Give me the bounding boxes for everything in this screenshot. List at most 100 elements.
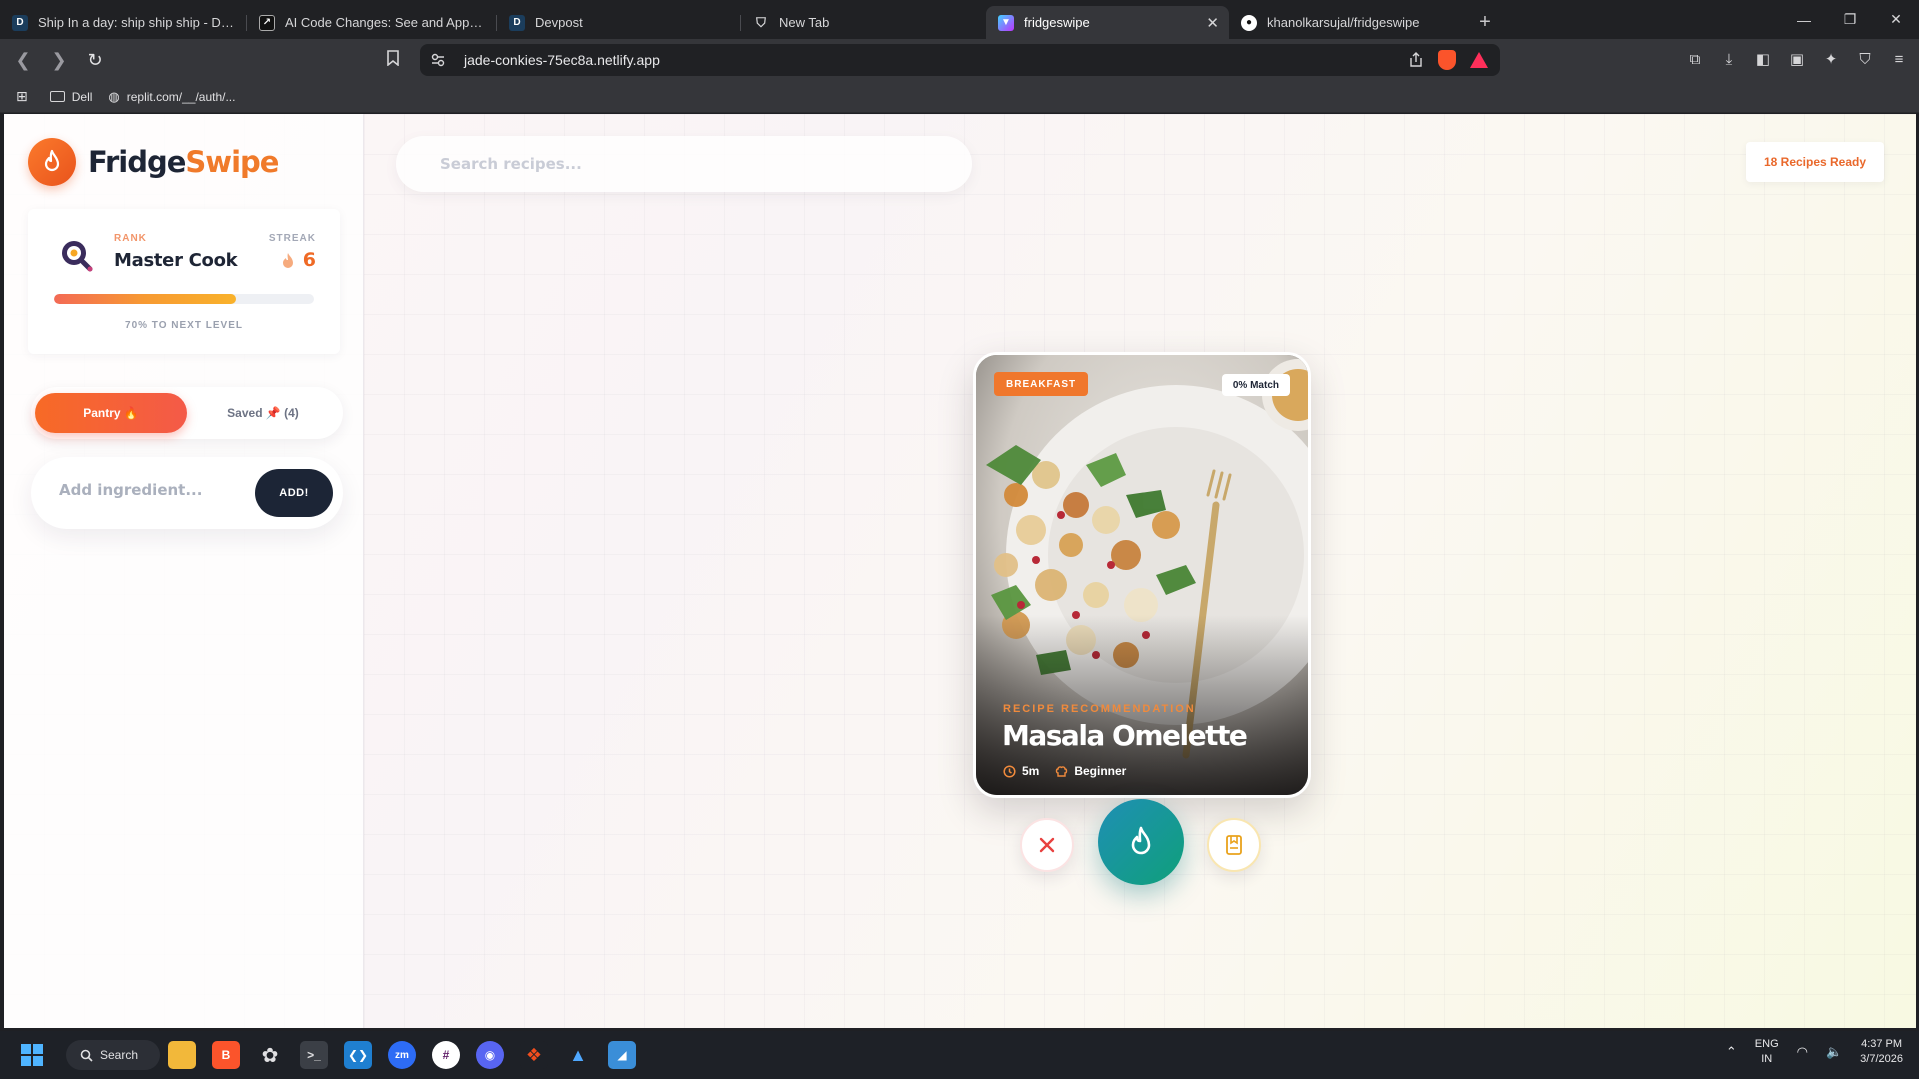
browser-tab[interactable]: ⛉ New Tab <box>741 6 986 39</box>
system-tray: ⌃ ENG IN ◠ 🔈 4:37 PM 3/7/2026 <box>1726 1037 1903 1067</box>
flame-icon <box>282 252 293 268</box>
brand-name: FridgeSwipe <box>88 145 279 179</box>
terminal-icon[interactable]: >_ <box>300 1041 328 1069</box>
browser-tab[interactable]: ● khanolkarsujal/fridgeswipe <box>1229 6 1469 39</box>
folder-icon <box>49 91 65 102</box>
tab-title: Ship In a day: ship ship ship - Devpost <box>38 15 235 30</box>
shield-icon: ⛉ <box>756 14 766 30</box>
search-icon <box>80 1049 93 1062</box>
share-icon[interactable] <box>1408 52 1424 68</box>
vscode-icon[interactable]: ❮❯ <box>344 1041 372 1069</box>
save-recipe-button[interactable] <box>1207 818 1261 872</box>
menu-icon[interactable]: ≡ <box>1889 47 1909 71</box>
close-tab-icon[interactable]: ✕ <box>1206 14 1219 32</box>
devpost-icon: D <box>12 14 28 31</box>
brand[interactable]: FridgeSwipe <box>28 138 279 186</box>
tab-title: New Tab <box>779 15 830 30</box>
wallet-icon[interactable]: ▣ <box>1787 47 1807 71</box>
tab-title: Devpost <box>535 15 583 30</box>
brave-browser-icon[interactable]: B <box>212 1041 240 1069</box>
leo-ai-icon[interactable]: ✦ <box>1821 47 1841 71</box>
forward-icon[interactable]: ❯ <box>44 45 74 75</box>
globe-icon: ◍ <box>108 88 120 104</box>
devpost-icon: D <box>509 14 525 31</box>
browser-tab-active[interactable]: ▼ fridgeswipe ✕ <box>986 6 1229 39</box>
bookmark-dell[interactable]: Dell <box>49 90 92 104</box>
search-input[interactable] <box>440 155 920 173</box>
tab-title: AI Code Changes: See and Apply | Go <box>285 15 485 30</box>
site-settings-icon[interactable] <box>430 52 446 68</box>
url-text[interactable]: jade-conkies-75ec8a.netlify.app <box>464 52 660 68</box>
tab-pantry[interactable]: Pantry 🔥 <box>35 393 187 433</box>
ingredient-input[interactable] <box>59 481 229 499</box>
match-badge: 0% Match <box>1221 374 1290 396</box>
close-window-icon[interactable]: ✕ <box>1873 0 1919 39</box>
browser-tab[interactable]: D Devpost <box>497 6 741 39</box>
recipe-title: Masala Omelette <box>1002 719 1248 752</box>
recipe-card[interactable]: BREAKFAST 0% Match RECIPE RECOMMENDATION… <box>973 352 1311 798</box>
chatgpt-icon[interactable]: ✿ <box>256 1041 284 1069</box>
figma-icon[interactable]: ❖ <box>520 1041 548 1069</box>
page-viewport: FridgeSwipe RANK Master Cook STREAK 6 70… <box>4 114 1916 1028</box>
restore-icon[interactable]: ❐ <box>1827 0 1873 39</box>
bookmark-icon[interactable] <box>386 50 400 71</box>
bookmark-label: replit.com/__/auth/... <box>126 89 236 104</box>
vite-icon: ▼ <box>998 14 1014 31</box>
add-ingredient-box: ADD! <box>31 457 343 529</box>
app-icon[interactable]: ◢ <box>608 1041 636 1069</box>
slack-icon[interactable]: # <box>432 1041 460 1069</box>
volume-icon[interactable]: 🔈 <box>1826 1044 1842 1060</box>
chevron-up-icon[interactable]: ⌃ <box>1726 1044 1737 1060</box>
sidebar-tabs: Pantry 🔥 Saved 📌 (4) <box>31 387 343 439</box>
tab-strip: D Ship In a day: ship ship ship - Devpos… <box>0 0 1919 39</box>
windows-start-icon[interactable] <box>18 1041 46 1069</box>
github-icon: ● <box>1241 14 1257 31</box>
reload-icon[interactable]: ↻ <box>80 45 110 75</box>
bookmarks-bar: ⊞ Dell ◍ replit.com/__/auth/... <box>0 81 1919 113</box>
chef-hat-icon <box>1056 765 1068 777</box>
recommendation-label: RECIPE RECOMMENDATION <box>1003 703 1196 715</box>
flame-icon <box>1131 826 1151 855</box>
flame-logo-icon <box>28 138 76 186</box>
browser-tab[interactable]: D Ship In a day: ship ship ship - Devpos… <box>0 6 247 39</box>
browser-toolbar: ❮ ❯ ↻ jade-conkies-75ec8a.netlify.app ⧉ … <box>0 39 1919 81</box>
rank-card: RANK Master Cook STREAK 6 70% TO NEXT LE… <box>28 209 340 354</box>
downloads-icon[interactable]: ⤓ <box>1719 47 1739 71</box>
language-indicator[interactable]: ENG IN <box>1755 1037 1779 1067</box>
cook-button[interactable] <box>1098 799 1184 885</box>
clock[interactable]: 4:37 PM 3/7/2026 <box>1860 1037 1903 1067</box>
sidebar-icon[interactable]: ◧ <box>1753 47 1773 71</box>
new-tab-button[interactable]: + <box>1469 6 1501 39</box>
level-progress-bar <box>54 294 314 304</box>
recipes-ready-badge: 18 Recipes Ready <box>1746 142 1884 182</box>
back-icon[interactable]: ❮ <box>8 45 38 75</box>
recipe-search[interactable] <box>396 136 972 192</box>
tab-saved[interactable]: Saved 📌 (4) <box>187 393 339 433</box>
address-bar[interactable]: jade-conkies-75ec8a.netlify.app <box>420 44 1500 76</box>
minimize-icon[interactable]: — <box>1781 0 1827 39</box>
brave-shields-icon[interactable] <box>1438 50 1456 70</box>
difficulty: Beginner <box>1055 764 1126 778</box>
skip-button[interactable] <box>1020 818 1074 872</box>
bookmark-save-icon <box>1226 835 1242 855</box>
wifi-icon[interactable]: ◠ <box>1797 1044 1808 1060</box>
close-icon <box>1039 837 1055 853</box>
progress-text: 70% TO NEXT LEVEL <box>125 320 243 331</box>
sidebar: FridgeSwipe RANK Master Cook STREAK 6 70… <box>4 114 364 1028</box>
browser-tab[interactable]: ↗ AI Code Changes: See and Apply | Go <box>247 6 497 39</box>
brave-rewards-icon[interactable] <box>1470 52 1488 68</box>
tab-title: khanolkarsujal/fridgeswipe <box>1267 15 1420 30</box>
cook-time: 5m <box>1003 764 1039 778</box>
zoom-icon[interactable]: zm <box>388 1041 416 1069</box>
vpn-icon[interactable]: ⛉ <box>1855 47 1875 71</box>
bookmark-replit[interactable]: ◍ replit.com/__/auth/... <box>108 89 235 105</box>
level-progress-fill <box>54 294 236 304</box>
add-ingredient-button[interactable]: ADD! <box>255 469 333 517</box>
clock-icon <box>1003 764 1016 778</box>
discord-icon[interactable]: ◉ <box>476 1041 504 1069</box>
file-explorer-icon[interactable] <box>168 1041 196 1069</box>
apps-icon[interactable]: ⊞ <box>16 88 28 105</box>
antigravity-icon[interactable]: ▲ <box>564 1041 592 1069</box>
taskbar-search[interactable]: Search <box>66 1040 160 1070</box>
screenshot-icon[interactable]: ⧉ <box>1685 47 1705 71</box>
